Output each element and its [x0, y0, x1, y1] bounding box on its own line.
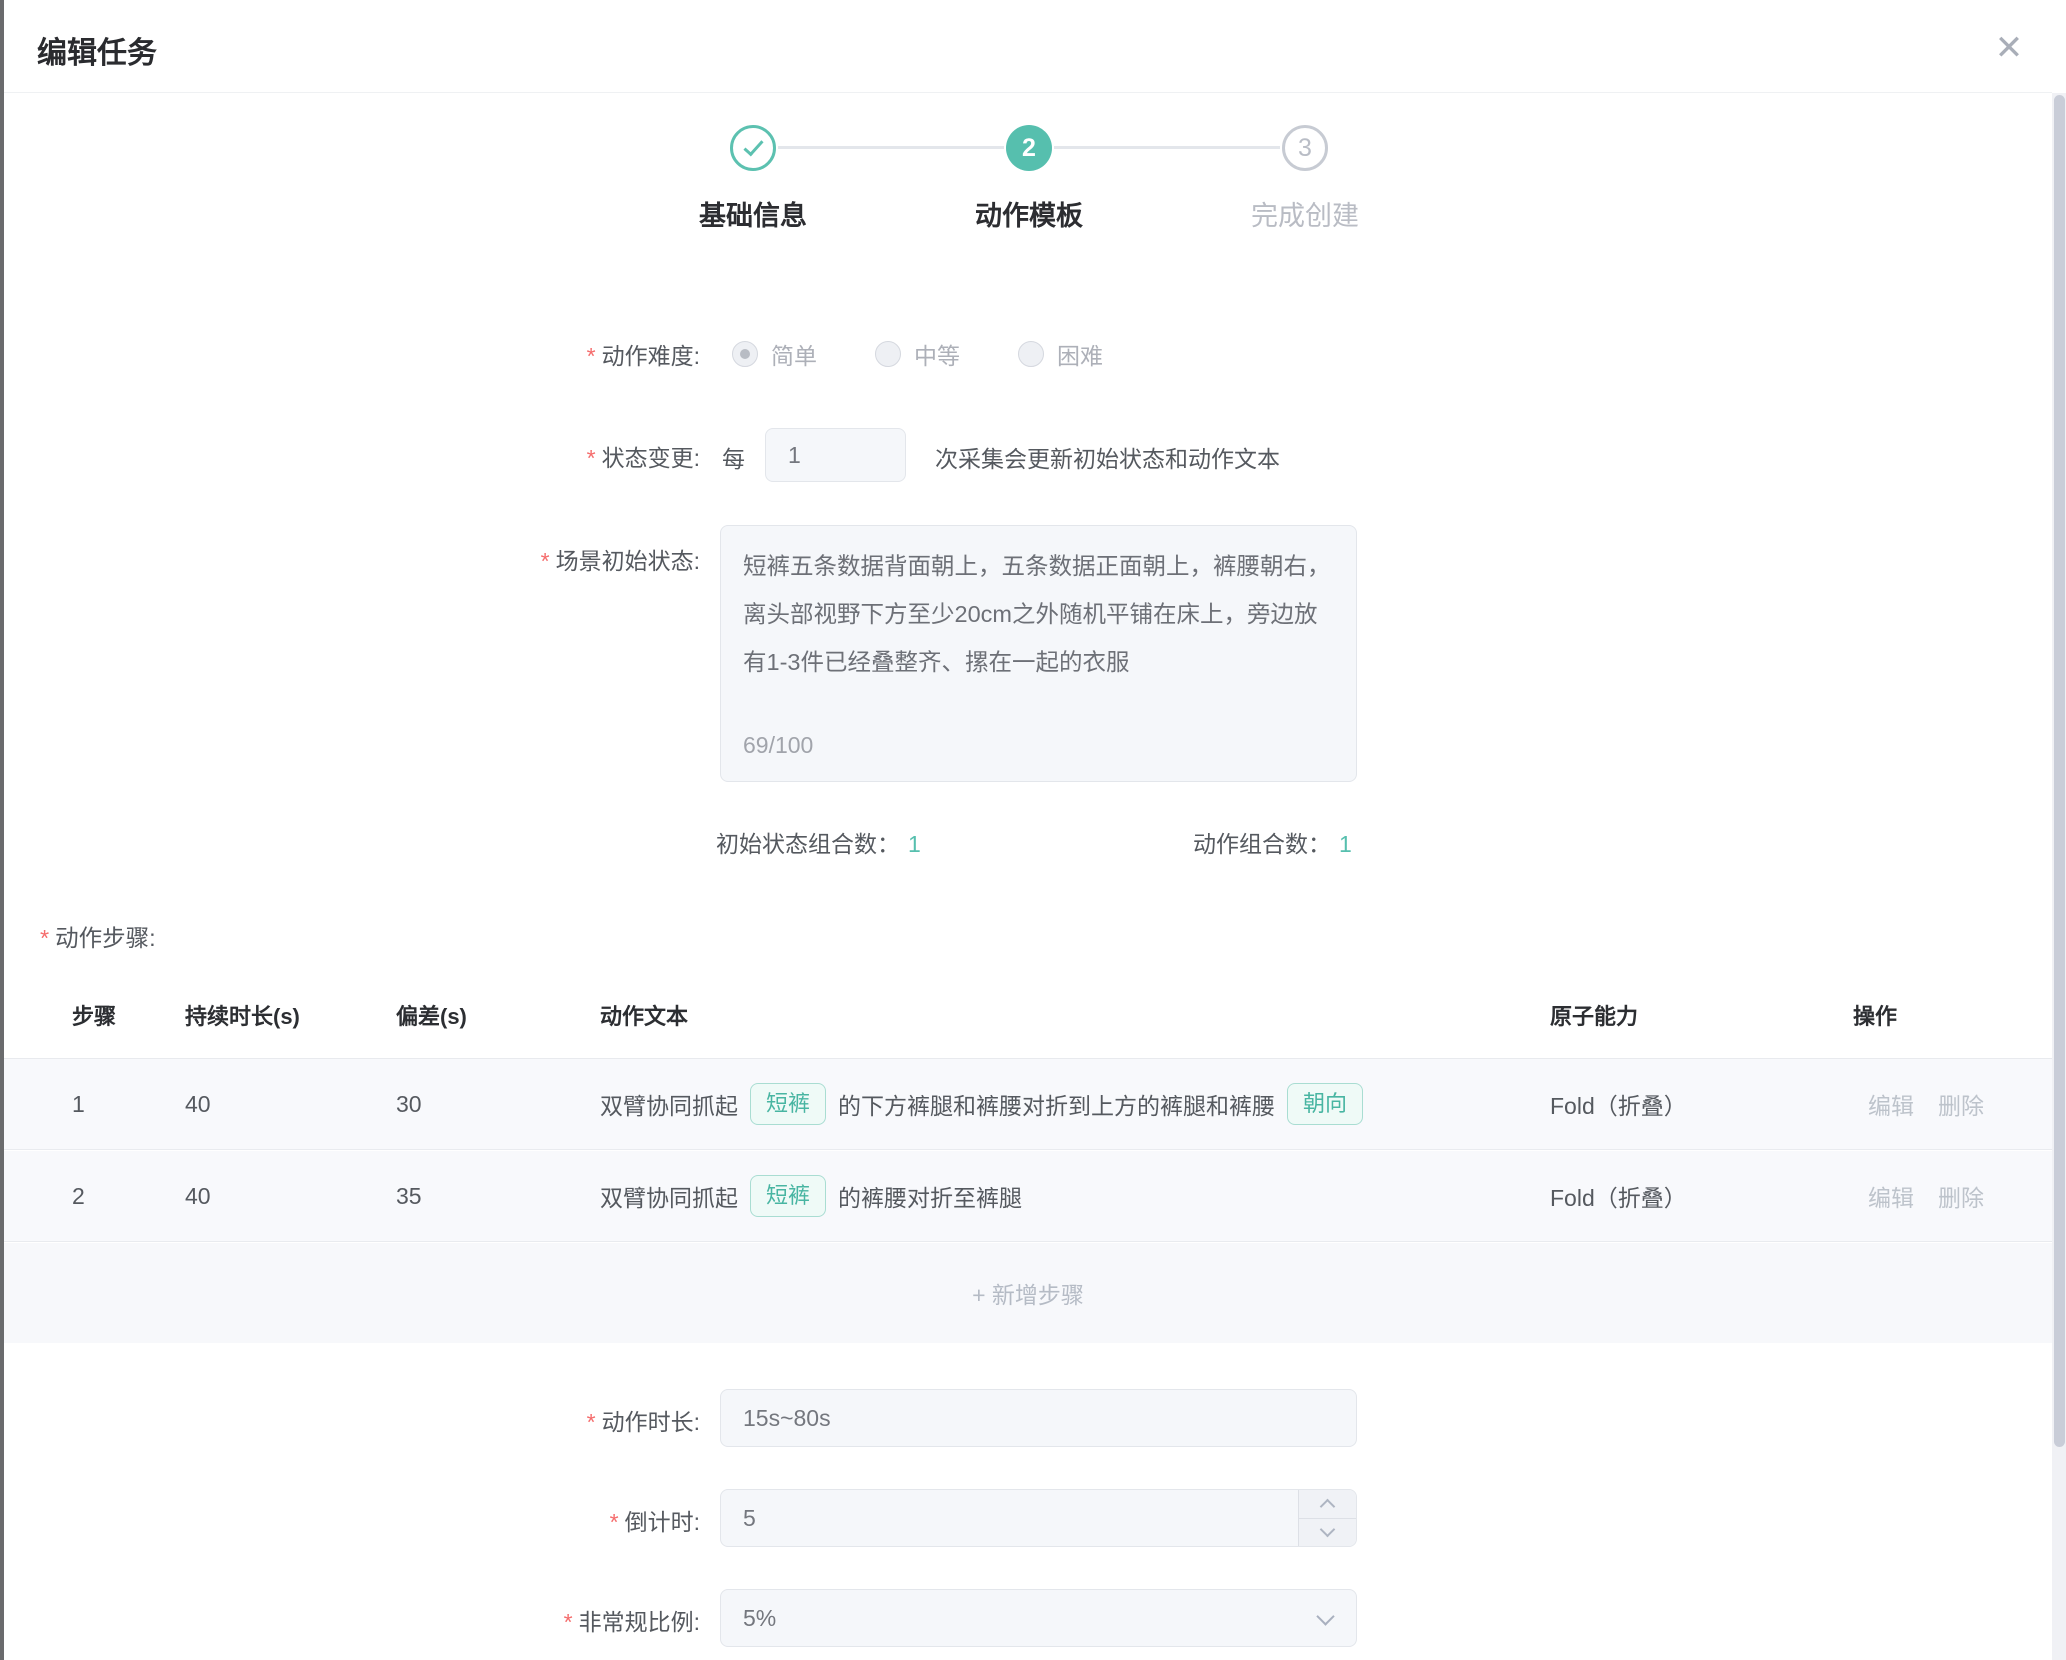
step-connector-1: [778, 146, 1004, 149]
step-connector-2: [1054, 146, 1280, 149]
step-3-label: 完成创建: [1195, 194, 1415, 233]
required-marker: *: [564, 1609, 573, 1635]
action-combo-value: 1: [1339, 831, 1352, 857]
scrollbar-thumb[interactable]: [2054, 95, 2065, 1447]
radio-medium[interactable]: 中等: [875, 337, 960, 371]
row1-deviation: 30: [396, 1059, 422, 1149]
row1-edit-button[interactable]: 编辑: [1868, 1059, 1914, 1149]
radio-hard[interactable]: 困难: [1018, 337, 1103, 371]
unusual-ratio-label: *非常规比例:: [300, 1603, 700, 1637]
row2-delete-button[interactable]: 删除: [1938, 1151, 1984, 1241]
duration-input[interactable]: 15s~80s: [720, 1389, 1357, 1447]
page-edge-strip: [0, 0, 4, 1660]
col-header-action-text: 动作文本: [600, 999, 688, 1031]
required-marker: *: [587, 343, 596, 369]
state-change-input[interactable]: 1: [765, 428, 906, 482]
countdown-label: *倒计时:: [300, 1503, 700, 1537]
radio-medium-label: 中等: [914, 337, 960, 371]
action-steps-label: *动作步骤:: [40, 919, 156, 953]
radio-unselected-icon: [1018, 341, 1044, 367]
required-marker: *: [541, 548, 550, 574]
row2-edit-button[interactable]: 编辑: [1868, 1151, 1914, 1241]
radio-simple-label: 简单: [771, 337, 817, 371]
initial-state-textarea[interactable]: 短裤五条数据背面朝上，五条数据正面朝上，裤腰朝右，离头部视野下方至少20cm之外…: [720, 525, 1357, 782]
check-icon: [743, 135, 763, 156]
row2-action-text: 双臂协同抓起 短裤 的裤腰对折至裤腿: [600, 1151, 1022, 1241]
col-header-step: 步骤: [72, 999, 116, 1031]
step-2-label: 动作模板: [919, 194, 1139, 233]
difficulty-label: *动作难度:: [300, 337, 700, 371]
step-3-number: 3: [1298, 134, 1312, 163]
required-marker: *: [40, 925, 49, 951]
step-1-circle: [730, 125, 776, 171]
required-marker: *: [587, 445, 596, 471]
object-tag: 短裤: [750, 1083, 826, 1125]
step-3-circle: 3: [1282, 125, 1328, 171]
header-divider: [4, 92, 2052, 93]
required-marker: *: [610, 1509, 619, 1535]
add-step-button[interactable]: + 新增步骤: [4, 1243, 2052, 1343]
object-tag: 短裤: [750, 1175, 826, 1217]
radio-selected-icon: [732, 341, 758, 367]
row2-ability: Fold（折叠）: [1550, 1151, 1687, 1241]
initial-combo-count: 初始状态组合数：1: [716, 825, 921, 859]
char-counter: 69/100: [743, 721, 813, 769]
initial-state-text: 短裤五条数据背面朝上，五条数据正面朝上，裤腰朝右，离头部视野下方至少20cm之外…: [743, 542, 1334, 686]
action-combo-count: 动作组合数：1: [1193, 825, 1352, 859]
state-change-label: *状态变更:: [300, 439, 700, 473]
table-row: 1 40 30 双臂协同抓起 短裤 的下方裤腿和裤腰对折到上方的裤腿和裤腰 朝向…: [4, 1059, 2052, 1150]
col-header-operation: 操作: [1853, 999, 1897, 1031]
duration-label: *动作时长:: [300, 1403, 700, 1437]
close-icon[interactable]: ✕: [1985, 24, 2033, 72]
col-header-ability: 原子能力: [1550, 999, 1638, 1031]
step-2-circle: 2: [1006, 125, 1052, 171]
unusual-ratio-value: 5%: [743, 1605, 776, 1631]
row1-delete-button[interactable]: 删除: [1938, 1059, 1984, 1149]
countdown-value: 5: [743, 1505, 756, 1531]
table-row: 2 40 35 双臂协同抓起 短裤 的裤腰对折至裤腿 Fold（折叠） 编辑 删…: [4, 1151, 2052, 1242]
initial-combo-value: 1: [908, 831, 921, 857]
difficulty-radio-group: 简单 中等 困难: [732, 337, 1103, 371]
row1-ability: Fold（折叠）: [1550, 1059, 1687, 1149]
row2-deviation: 35: [396, 1151, 422, 1241]
initial-state-label: *场景初始状态:: [300, 542, 700, 576]
col-header-deviation: 偏差(s): [396, 999, 467, 1031]
chevron-up-icon: [1320, 1498, 1336, 1514]
row2-step: 2: [72, 1151, 85, 1241]
edit-task-dialog: 编辑任务 ✕ 2 3 基础信息 动作模板 完成创建 *动作难度: 简单 中等 困…: [0, 0, 2066, 1660]
unusual-ratio-select[interactable]: 5%: [720, 1589, 1357, 1647]
row1-step: 1: [72, 1059, 85, 1149]
chevron-down-icon: [1320, 1522, 1336, 1538]
radio-simple[interactable]: 简单: [732, 337, 817, 371]
row1-action-text: 双臂协同抓起 短裤 的下方裤腿和裤腰对折到上方的裤腿和裤腰 朝向: [600, 1059, 1375, 1149]
step-2-number: 2: [1022, 134, 1036, 163]
radio-unselected-icon: [875, 341, 901, 367]
step-1-label: 基础信息: [643, 194, 863, 233]
state-change-prefix: 每: [722, 440, 745, 474]
radio-hard-label: 困难: [1057, 337, 1103, 371]
number-stepper: [1298, 1490, 1356, 1546]
col-header-duration: 持续时长(s): [185, 999, 300, 1031]
required-marker: *: [587, 1409, 596, 1435]
row2-duration: 40: [185, 1151, 211, 1241]
increment-button[interactable]: [1299, 1490, 1356, 1519]
state-change-suffix: 次采集会更新初始状态和动作文本: [935, 440, 1280, 474]
direction-tag: 朝向: [1287, 1083, 1363, 1125]
row1-duration: 40: [185, 1059, 211, 1149]
chevron-down-icon: [1316, 1607, 1334, 1625]
dialog-title: 编辑任务: [37, 28, 157, 72]
decrement-button[interactable]: [1299, 1519, 1356, 1547]
countdown-input[interactable]: 5: [720, 1489, 1357, 1547]
